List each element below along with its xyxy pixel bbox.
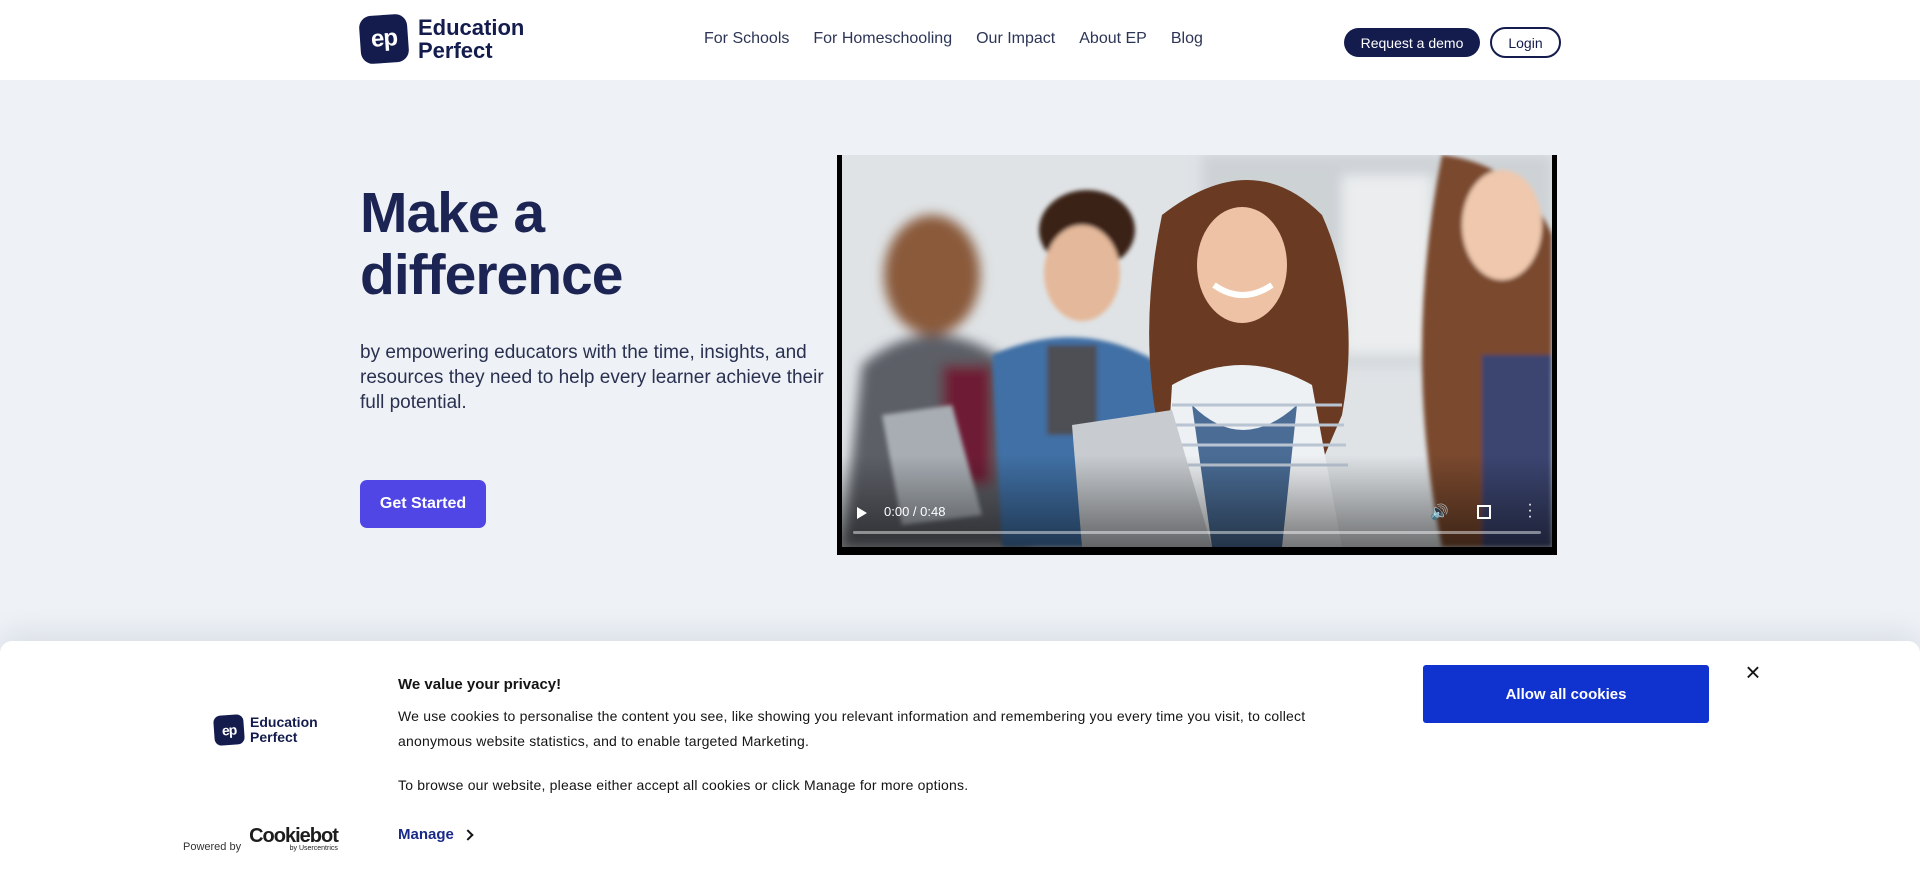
- video-frame: [842, 155, 1552, 547]
- hero-subtitle: by empowering educators with the time, i…: [360, 342, 824, 413]
- site-logo[interactable]: ep Education Perfect: [358, 13, 524, 65]
- hero-video[interactable]: 0:00 / 0:48 🔊 · · ·: [837, 155, 1557, 555]
- powered-by-label: Powered by: [183, 841, 242, 853]
- get-started-button[interactable]: Get Started: [360, 480, 486, 528]
- cookie-logo-text: Education Perfect: [250, 715, 318, 745]
- chevron-right-icon: [462, 828, 474, 841]
- video-progress-bar[interactable]: [853, 531, 1541, 534]
- cookiebot-logo: Cookiebot by Usercentrics: [249, 825, 339, 853]
- allow-all-cookies-button[interactable]: Allow all cookies: [1423, 665, 1709, 723]
- cookie-title: We value your privacy!: [398, 676, 562, 693]
- manage-cookies-link[interactable]: Manage: [398, 826, 474, 843]
- logo-text: Education Perfect: [418, 16, 524, 62]
- logo-line-2: Perfect: [418, 38, 493, 63]
- login-button[interactable]: Login: [1490, 27, 1561, 58]
- cookie-banner-logo: ep Education Perfect: [212, 713, 318, 747]
- main-nav: For Schools For Homeschooling Our Impact…: [704, 30, 1203, 48]
- more-options-icon[interactable]: · · ·: [1527, 497, 1533, 525]
- request-demo-button[interactable]: Request a demo: [1344, 28, 1480, 57]
- cookie-banner: ep Education Perfect Powered by Cookiebo…: [0, 641, 1920, 881]
- powered-by-cookiebot[interactable]: Powered by Cookiebot by Usercentrics: [183, 825, 339, 853]
- cookiebot-wordmark: Cookiebot: [249, 825, 339, 847]
- nav-for-homeschooling[interactable]: For Homeschooling: [813, 30, 952, 48]
- logo-line-1: Education: [418, 15, 525, 40]
- close-icon[interactable]: ×: [1742, 659, 1764, 685]
- nav-about-ep[interactable]: About EP: [1079, 30, 1147, 48]
- play-icon[interactable]: [857, 507, 867, 519]
- hero-title: Make a difference: [360, 181, 623, 307]
- volume-icon[interactable]: 🔊: [1430, 503, 1449, 521]
- cookie-logo-line-1: Education: [250, 714, 318, 730]
- video-time: 0:00 / 0:48: [884, 504, 946, 519]
- nav-our-impact[interactable]: Our Impact: [976, 30, 1055, 48]
- cookie-logo-line-2: Perfect: [250, 729, 298, 745]
- manage-label: Manage: [398, 826, 454, 843]
- nav-blog[interactable]: Blog: [1171, 30, 1203, 48]
- fullscreen-icon[interactable]: [1477, 505, 1491, 519]
- ep-logo-icon: ep: [358, 13, 410, 65]
- nav-for-schools[interactable]: For Schools: [704, 30, 789, 48]
- site-header: ep Education Perfect For Schools For Hom…: [0, 0, 1920, 80]
- ep-logo-icon: ep: [212, 713, 246, 747]
- cookie-description: We use cookies to personalise the conten…: [398, 708, 1306, 749]
- video-controls: 0:00 / 0:48 🔊 · · ·: [837, 495, 1557, 535]
- cookie-instructions: To browse our website, please either acc…: [398, 777, 969, 793]
